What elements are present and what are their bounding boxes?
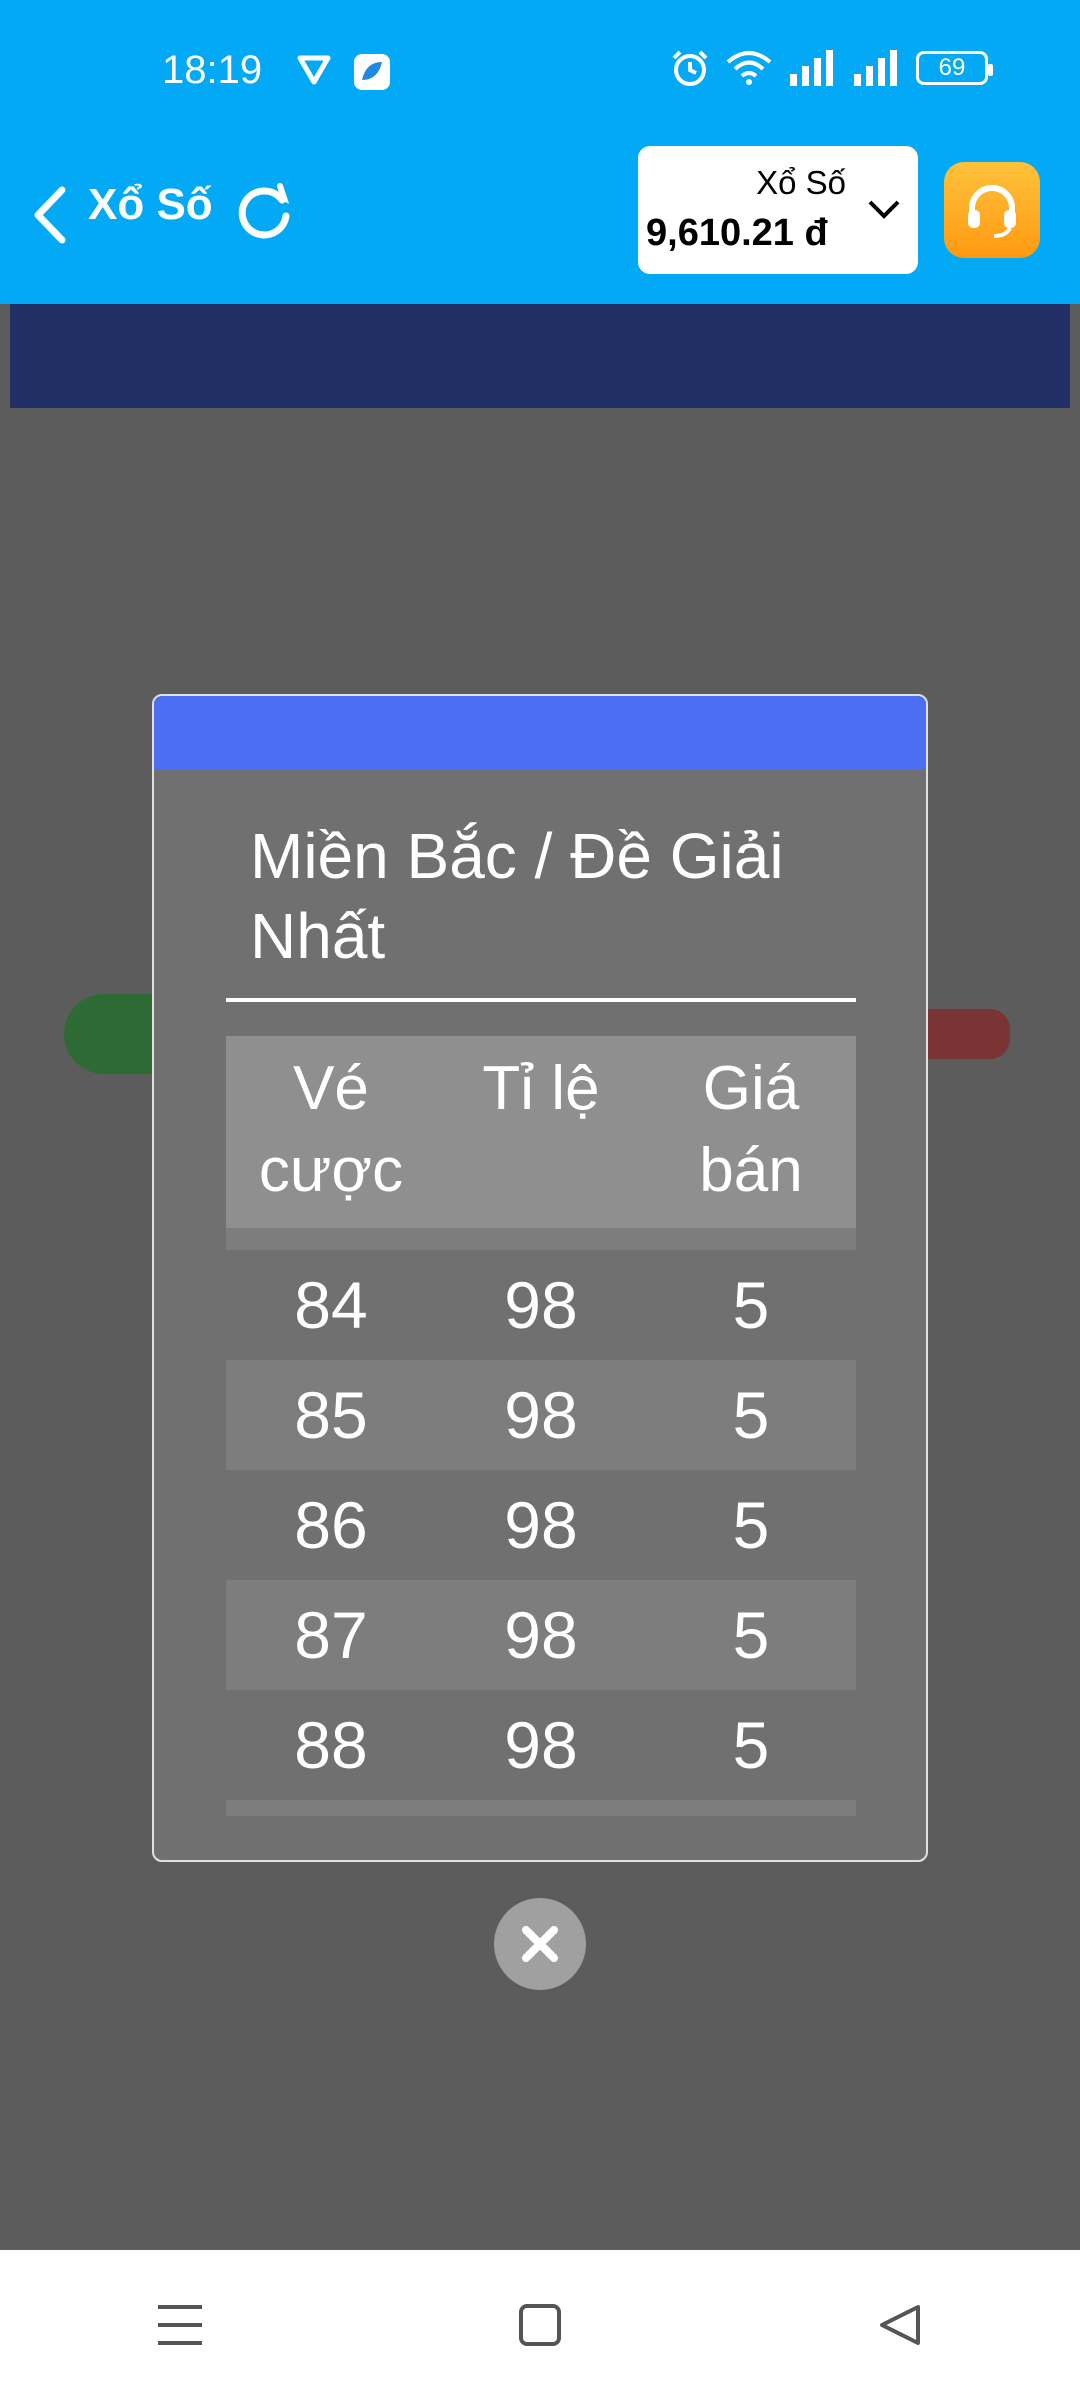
odds-cell: 98: [504, 1708, 578, 1782]
status-time: 18:19: [162, 48, 263, 92]
refresh-button[interactable]: [232, 180, 296, 244]
customer-support-button[interactable]: [944, 162, 1040, 258]
back-button[interactable]: [26, 180, 76, 250]
column-header: Giá bán: [699, 1054, 803, 1205]
headset-icon: [968, 185, 1016, 238]
price-cell: 5: [732, 1268, 770, 1342]
odds-modal: Miền Bắc / Đề Giải Nhất Vé cược Tỉ lệ Gi…: [152, 694, 928, 1862]
table-row: 88 98 5: [226, 1690, 856, 1800]
ticket-cell: 88: [294, 1708, 368, 1782]
price-cell: 5: [732, 1708, 770, 1782]
price-cell: 5: [732, 1598, 770, 1672]
ticket-cell: 86: [294, 1488, 368, 1562]
odds-table: Vé cược Tỉ lệ Giá bán 84 98 5 85 98 5 86…: [226, 1036, 856, 1816]
battery-level: 69: [938, 54, 966, 81]
price-cell: 5: [732, 1378, 770, 1452]
table-row: 87 98 5: [226, 1580, 856, 1690]
status-icons-right: 69: [670, 48, 993, 88]
vpn-shield-icon: [297, 55, 331, 85]
home-square-icon: [519, 2304, 561, 2346]
app-icon: [354, 54, 390, 90]
wallet-label: Xổ Số: [756, 164, 846, 201]
table-row: 85 98 5: [226, 1360, 856, 1470]
page-title: Xổ Số: [88, 180, 213, 229]
background-tab-bar: [10, 304, 1070, 408]
price-cell: 5: [732, 1488, 770, 1562]
back-triangle-icon: [880, 2305, 920, 2345]
system-back-button[interactable]: [840, 2275, 960, 2375]
recent-apps-button[interactable]: [120, 2275, 240, 2375]
table-row: 86 98 5: [226, 1470, 856, 1580]
ticket-cell: 85: [294, 1378, 368, 1452]
system-navigation-bar: [0, 2250, 1080, 2400]
odds-cell: 98: [504, 1488, 578, 1562]
odds-cell: 98: [504, 1598, 578, 1672]
wallet-balance: 9,610.21 đ: [646, 212, 828, 254]
odds-cell: 98: [504, 1378, 578, 1452]
table-header: Vé cược Tỉ lệ Giá bán: [226, 1036, 856, 1228]
status-bar: 18:19 69: [0, 0, 1080, 140]
menu-icon: [158, 2305, 202, 2345]
modal-top-bar: [154, 696, 926, 770]
table-spacer: [226, 1228, 856, 1250]
modal-divider: [226, 998, 856, 1002]
status-icons-left: [296, 52, 392, 92]
close-modal-button[interactable]: [494, 1898, 586, 1990]
modal-title: Miền Bắc / Đề Giải Nhất: [250, 820, 784, 972]
signal-icon: [790, 50, 833, 86]
wifi-icon: [726, 51, 772, 85]
column-header: Vé cược: [258, 1054, 404, 1205]
app-header: Xổ Số Xổ Số 9,610.21 đ: [0, 140, 1080, 304]
home-button[interactable]: [480, 2275, 600, 2375]
battery-icon: 69: [916, 51, 993, 85]
chevron-down-icon: [868, 200, 900, 219]
wallet-selector[interactable]: Xổ Số 9,610.21 đ: [638, 146, 918, 274]
ticket-cell: 87: [294, 1598, 368, 1672]
column-header: Tỉ lệ: [482, 1054, 600, 1123]
table-row: 84 98 5: [226, 1250, 856, 1360]
close-icon: [522, 1926, 558, 1962]
signal-icon: [854, 50, 897, 86]
ticket-cell: 84: [294, 1268, 368, 1342]
odds-cell: 98: [504, 1268, 578, 1342]
table-spacer: [226, 1800, 856, 1816]
alarm-icon: [672, 50, 708, 86]
